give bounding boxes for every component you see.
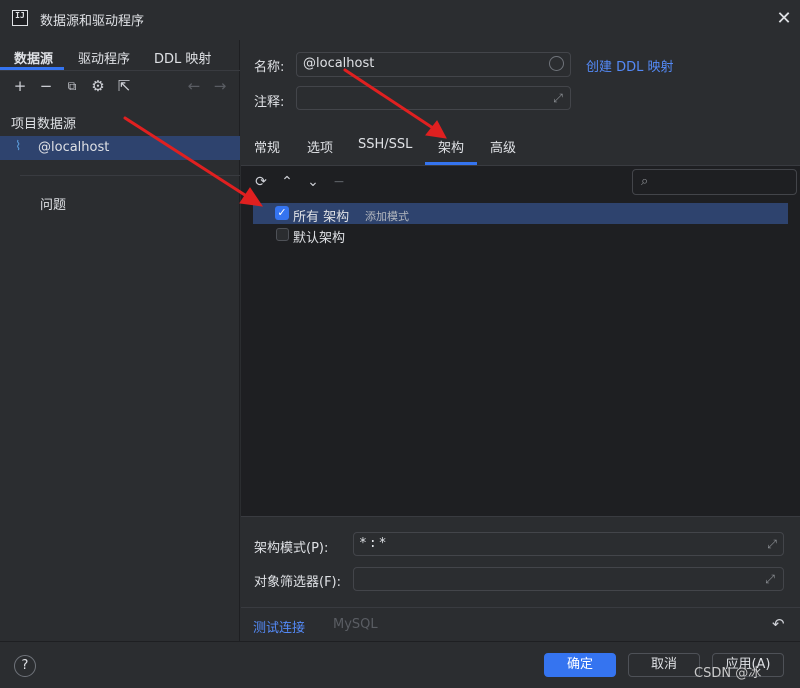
expand-all-icon[interactable]: ⌃ bbox=[279, 174, 295, 190]
tab-general[interactable]: 常规 bbox=[254, 137, 280, 156]
color-picker-icon[interactable] bbox=[549, 56, 564, 71]
add-pattern-hint[interactable]: 添加模式 bbox=[365, 208, 409, 224]
expand-icon[interactable]: ⤢ bbox=[765, 537, 779, 551]
name-label: 名称: bbox=[254, 60, 285, 75]
open-external-icon[interactable]: ⇱ bbox=[116, 78, 132, 94]
help-button[interactable]: ? bbox=[14, 655, 36, 677]
remove-icon[interactable]: − bbox=[38, 78, 54, 94]
project-data-sources-header: 项目数据源 bbox=[11, 117, 77, 132]
driver-label[interactable]: MySQL bbox=[333, 617, 378, 632]
schema-pattern-label: 架构模式(P): bbox=[254, 541, 329, 556]
gear-icon[interactable]: ⚙ bbox=[90, 78, 106, 94]
object-filter-field[interactable] bbox=[353, 567, 784, 591]
divider bbox=[241, 607, 800, 608]
collapse-all-icon[interactable]: ⌄ bbox=[305, 174, 321, 190]
ok-button[interactable]: 确定 bbox=[544, 653, 616, 677]
checkbox-checked[interactable]: ✓ bbox=[275, 206, 289, 220]
checkbox-unchecked[interactable] bbox=[276, 228, 289, 241]
object-filter-label: 对象筛选器(F): bbox=[254, 575, 342, 590]
close-icon[interactable]: ✕ bbox=[776, 10, 792, 28]
schema-pattern-field[interactable] bbox=[353, 532, 784, 556]
annotation-arrowhead bbox=[425, 120, 447, 139]
name-value[interactable]: @localhost bbox=[303, 56, 374, 71]
test-connection-link[interactable]: 测试连接 bbox=[253, 617, 305, 636]
expand-icon[interactable]: ⤢ bbox=[763, 572, 777, 586]
problems-item[interactable]: 问题 bbox=[40, 194, 66, 213]
schema-row-label: 所有 架构 bbox=[293, 210, 350, 225]
forward-arrow-icon[interactable]: → bbox=[212, 78, 228, 94]
comment-field[interactable] bbox=[296, 86, 571, 110]
undo-icon[interactable]: ↶ bbox=[772, 615, 785, 633]
add-icon[interactable]: + bbox=[12, 78, 28, 94]
divider bbox=[20, 175, 240, 176]
schema-pattern-value[interactable]: *:* bbox=[359, 536, 388, 551]
refresh-icon[interactable]: ⟳ bbox=[253, 174, 269, 190]
schema-row-label: 默认架构 bbox=[293, 231, 346, 246]
selected-data-source-row[interactable] bbox=[0, 136, 240, 160]
create-ddl-mapping-link[interactable]: 创建 DDL 映射 bbox=[586, 56, 674, 75]
tab-ddl-mappings[interactable]: DDL 映射 bbox=[154, 48, 211, 67]
window-title: 数据源和驱动程序 bbox=[40, 14, 145, 29]
mysql-dolphin-icon: ⌇ bbox=[15, 139, 22, 154]
tab-drivers[interactable]: 驱动程序 bbox=[78, 48, 130, 67]
cancel-button[interactable]: 取消 bbox=[628, 653, 700, 677]
app-icon: IJ bbox=[12, 10, 28, 26]
divider bbox=[0, 70, 240, 71]
expand-icon[interactable]: ⤢ bbox=[551, 91, 565, 105]
tab-data-sources[interactable]: 数据源 bbox=[14, 48, 53, 67]
watermark: CSDN @冰 bbox=[694, 666, 762, 681]
data-source-label[interactable]: @localhost bbox=[38, 140, 109, 155]
tab-advanced[interactable]: 高级 bbox=[490, 137, 516, 156]
tab-schemas[interactable]: 架构 bbox=[438, 137, 464, 156]
search-icon: ⌕ bbox=[641, 174, 649, 189]
divider bbox=[241, 516, 800, 517]
back-arrow-icon[interactable]: ← bbox=[186, 78, 202, 94]
comment-label: 注释: bbox=[254, 95, 285, 110]
duplicate-icon[interactable]: ⧉ bbox=[64, 78, 80, 94]
tab-ssh-ssl[interactable]: SSH/SSL bbox=[358, 137, 412, 152]
remove-icon[interactable]: − bbox=[331, 174, 347, 190]
tab-options[interactable]: 选项 bbox=[307, 137, 333, 156]
